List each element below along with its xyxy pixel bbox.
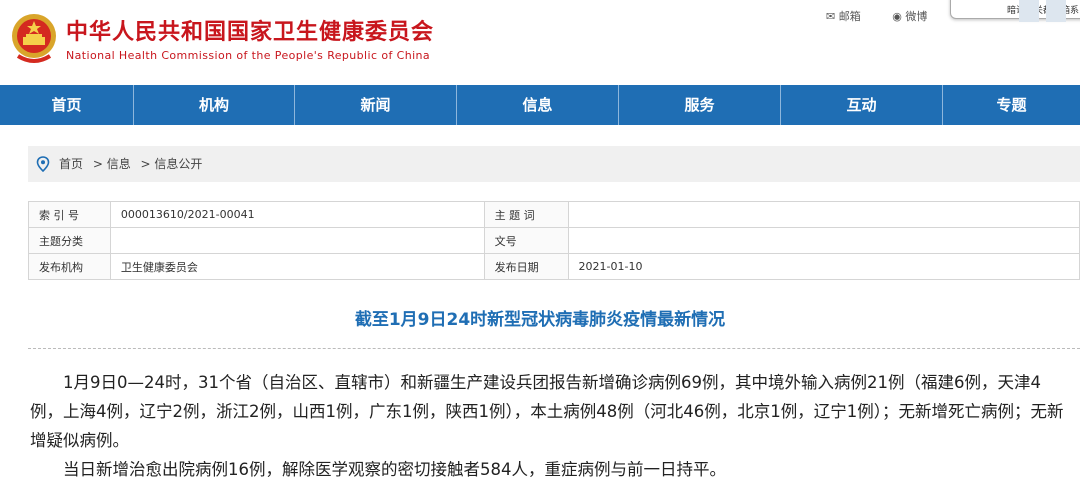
- nav-item-topics[interactable]: 专题: [943, 85, 1080, 125]
- nav-item-organization[interactable]: 机构: [134, 85, 295, 125]
- toolbar-square-1[interactable]: [1019, 0, 1039, 22]
- nav-item-information[interactable]: 信息: [457, 85, 619, 125]
- docno-label: 文号: [483, 227, 569, 254]
- national-emblem-icon[interactable]: [10, 10, 58, 66]
- category-value: [109, 227, 485, 254]
- index-label: 索 引 号: [28, 201, 111, 228]
- site-header: 中华人民共和国国家卫生健康委员会 National Health Commiss…: [0, 0, 1080, 85]
- table-row: 发布机构 卫生健康委员会 发布日期 2021-01-10: [28, 253, 1080, 280]
- divider: [28, 348, 1080, 349]
- search-box-text: 暗访海关都邮箱系: [1006, 6, 1079, 16]
- article-paragraph: 1月9日0—24时，31个省（自治区、直辖市）和新疆生产建设兵团报告新增确诊病例…: [30, 373, 1064, 450]
- article-paragraph: 当日新增治愈出院病例16例，解除医学观察的密切接触者584人，重症病例与前一日持…: [63, 460, 726, 479]
- site-title[interactable]: 中华人民共和国国家卫生健康委员会: [66, 14, 434, 46]
- article-title: 截至1月9日24时新型冠状病毒肺炎疫情最新情况: [354, 310, 726, 330]
- mail-link-label: 邮箱: [838, 10, 861, 23]
- main-nav: 首页 机构 新闻 信息 服务 互动 专题: [0, 85, 1080, 125]
- nav-item-home[interactable]: 首页: [0, 85, 134, 125]
- index-value: 000013610/2021-00041: [109, 201, 485, 228]
- toolbar-square-2[interactable]: [1046, 0, 1066, 22]
- date-label: 发布日期: [483, 253, 569, 280]
- org-value: 卫生健康委员会: [109, 253, 485, 280]
- nav-item-interaction[interactable]: 互动: [781, 85, 943, 125]
- table-row: 主题分类 文号: [28, 227, 1080, 254]
- nav-item-news[interactable]: 新闻: [295, 85, 457, 125]
- location-pin-icon: [36, 156, 50, 172]
- nav-item-service[interactable]: 服务: [619, 85, 781, 125]
- breadcrumb-public-info[interactable]: > 信息公开: [141, 157, 203, 171]
- docno-value: [567, 227, 1080, 254]
- mail-link[interactable]: ✉ 邮箱: [826, 10, 875, 23]
- keyword-label: 主 题 词: [483, 201, 569, 228]
- keyword-value: [567, 201, 1080, 228]
- table-row: 索 引 号 000013610/2021-00041 主 题 词: [28, 201, 1080, 228]
- category-label: 主题分类: [28, 227, 111, 254]
- breadcrumb-information[interactable]: > 信息: [93, 157, 131, 171]
- weibo-link-label: 微博: [905, 10, 928, 23]
- article-body: 1月9日0—24时，31个省（自治区、直辖市）和新疆生产建设兵团报告新增确诊病例…: [30, 368, 1070, 484]
- weibo-link[interactable]: ◉ 微博: [892, 10, 941, 23]
- site-subtitle: National Health Commission of the People…: [66, 49, 431, 62]
- document-meta-table: 索 引 号 000013610/2021-00041 主 题 词 主题分类 文号…: [28, 201, 1080, 280]
- org-label: 发布机构: [28, 253, 111, 280]
- breadcrumb-home[interactable]: 首页: [59, 157, 83, 171]
- date-value: 2021-01-10: [567, 253, 1080, 280]
- breadcrumb: 首页 > 信息 > 信息公开: [28, 146, 1080, 182]
- breadcrumb-items: 首页 > 信息 > 信息公开: [59, 146, 208, 182]
- top-links: ✉ 邮箱 ◉ 微博: [826, 8, 955, 24]
